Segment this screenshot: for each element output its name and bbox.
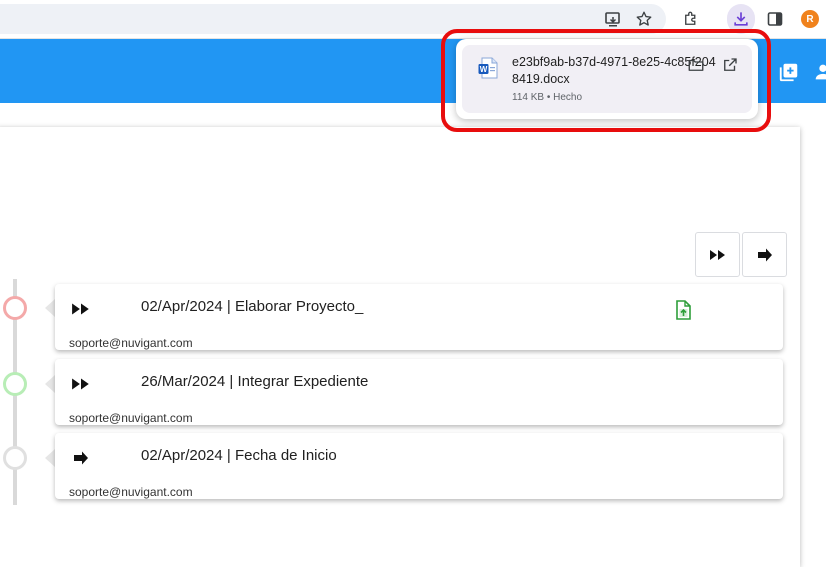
page-content: 02/Apr/2024 | Elaborar Proyecto_ soporte… — [0, 103, 826, 567]
entry-title: 02/Apr/2024 | Elaborar Proyecto_ — [141, 298, 364, 315]
account-icon[interactable] — [812, 61, 826, 83]
star-icon[interactable] — [634, 9, 654, 29]
fast-forward-button[interactable] — [695, 232, 740, 277]
timeline-entry[interactable]: 02/Apr/2024 | Fecha de Inicio soporte@nu… — [55, 433, 783, 499]
fast-forward-icon — [709, 249, 725, 260]
side-panel-icon[interactable] — [765, 9, 785, 29]
arrow-right-icon — [74, 451, 88, 465]
add-box-icon[interactable] — [778, 61, 800, 83]
timeline-entry[interactable]: 26/Mar/2024 | Integrar Expediente soport… — [55, 359, 783, 425]
cast-icon[interactable] — [603, 9, 623, 29]
timeline-pointer — [45, 375, 55, 393]
timeline-status-dot — [3, 372, 27, 396]
timeline-status-dot — [3, 446, 27, 470]
next-step-button[interactable] — [742, 232, 787, 277]
timeline-pointer — [45, 449, 55, 467]
profile-avatar[interactable]: R — [801, 10, 819, 28]
timeline-status-dot — [3, 296, 27, 320]
timeline-entry[interactable]: 02/Apr/2024 | Elaborar Proyecto_ soporte… — [55, 284, 783, 350]
entry-title: 26/Mar/2024 | Integrar Expediente — [141, 373, 369, 390]
entry-user: soporte@nuvigant.com — [69, 336, 193, 350]
arrow-right-icon — [757, 248, 772, 261]
extensions-icon[interactable] — [681, 9, 701, 29]
entry-user: soporte@nuvigant.com — [69, 485, 193, 499]
entry-user: soporte@nuvigant.com — [69, 411, 193, 425]
fast-forward-icon — [72, 378, 89, 390]
fast-forward-icon — [72, 303, 89, 315]
entry-title: 02/Apr/2024 | Fecha de Inicio — [141, 447, 337, 464]
timeline-pointer — [45, 299, 55, 317]
highlight-annotation — [441, 29, 771, 132]
file-upload-icon[interactable] — [675, 300, 691, 320]
